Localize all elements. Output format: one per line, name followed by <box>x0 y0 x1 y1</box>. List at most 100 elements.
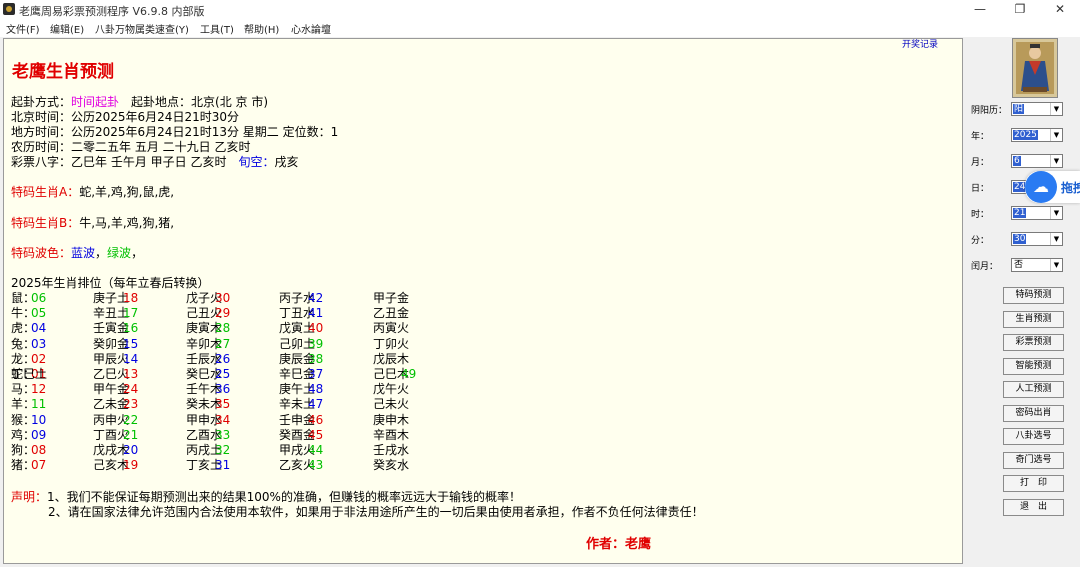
date-field-value: 21 <box>1013 208 1027 218</box>
zodiac-number: 40 <box>308 321 324 336</box>
date-field-select[interactable]: 2025 ▼ <box>1011 128 1063 142</box>
zodiac-number: 19 <box>123 458 139 473</box>
date-field-label: 日： <box>971 184 990 194</box>
bazi-value: 乙巳年 壬午月 甲子日 乙亥时 <box>71 155 227 169</box>
print-button[interactable]: 打 印 <box>1003 475 1064 492</box>
zodiac-number: 16 <box>123 321 139 336</box>
zodiac-number: 20 <box>123 443 139 457</box>
wave-sep-2: ， <box>131 246 144 260</box>
bazi-label: 彩票八字： <box>11 155 72 169</box>
disclaimer-label: 声明： <box>11 490 48 504</box>
zodiac-number: 48 <box>308 382 324 397</box>
chevron-down-icon[interactable]: ▼ <box>1050 129 1062 141</box>
zodiac-number: 31 <box>215 458 231 473</box>
zodiac-number: 05 <box>31 306 47 321</box>
beijing-time: 北京时间：公历2025年6月24日21时30分 <box>11 110 239 124</box>
page-title: 老鹰生肖预测 <box>12 62 114 82</box>
chevron-down-icon[interactable]: ▼ <box>1050 233 1062 245</box>
menu-file[interactable]: 文件(F) <box>6 21 40 36</box>
floating-tool[interactable]: ☁ 拖拽 <box>1025 171 1080 203</box>
zodiac-number: 11 <box>31 397 47 412</box>
chevron-down-icon[interactable]: ▼ <box>1050 259 1062 271</box>
menu-bagua-lookup[interactable]: 八卦万物属类速查(Y) <box>95 21 189 36</box>
qimen-select-button[interactable]: 奇门选号 <box>1003 451 1064 469</box>
disclaimer-line-1: 声明：1、我们不能保证每期预测出来的结果100%的准确，但赚钱的概率远远大于输钱… <box>11 490 521 505</box>
chevron-down-icon[interactable]: ▼ <box>1050 155 1062 167</box>
date-field-label: 月： <box>971 158 990 168</box>
date-field-select[interactable]: 30 ▼ <box>1011 232 1063 246</box>
zodiac-number: 45 <box>308 427 324 442</box>
zodiac-number: 08 <box>31 443 47 457</box>
zodiac-ganzhi: 丁巳土 <box>11 367 48 381</box>
zodiac-number: 21 <box>123 427 139 442</box>
zodiac-number: 43 <box>308 458 324 473</box>
title-bar: 老鹰周易彩票预测程序 V6.9.8 内部版 — ❐ ✕ <box>0 0 1080 20</box>
xunkong-value: 戌亥 <box>274 155 299 169</box>
cloud-icon: ☁ <box>1025 171 1057 203</box>
special-code-button[interactable]: 特码预测 <box>1003 287 1064 304</box>
zodiac-number: 33 <box>215 427 231 442</box>
close-button[interactable]: ✕ <box>1040 0 1080 20</box>
chevron-down-icon[interactable]: ▼ <box>1050 103 1062 115</box>
date-field-select[interactable]: 阳 ▼ <box>1011 102 1063 116</box>
zodiac-number: 06 <box>31 291 47 305</box>
date-field-select[interactable]: 6 ▼ <box>1011 154 1063 168</box>
menu-forum[interactable]: 心水論壇 <box>291 21 331 36</box>
menu-help[interactable]: 帮助(H) <box>244 21 279 36</box>
xunkong-label: 旬空： <box>238 155 275 169</box>
zodiac-number: 23 <box>123 397 139 412</box>
zodiac-number: 18 <box>123 291 139 305</box>
maximize-button[interactable]: ❐ <box>1000 0 1040 20</box>
menu-edit[interactable]: 编辑(E) <box>50 21 84 36</box>
zodiac-number: 15 <box>123 336 139 351</box>
wave-blue: 蓝波 <box>71 246 96 260</box>
date-field-value: 30 <box>1013 234 1027 244</box>
zodiac-number: 35 <box>215 397 231 412</box>
tema-b-value: 牛,马,羊,鸡,狗,猪, <box>79 216 175 230</box>
zodiac-predict-button[interactable]: 生肖预测 <box>1003 310 1064 328</box>
wave-green: 绿波 <box>107 246 132 260</box>
zodiac-number: 36 <box>215 382 231 397</box>
place-value: 北京(北 京 市) <box>191 95 269 109</box>
zodiac-ganzhi: 庚申木 <box>373 412 410 427</box>
zodiac-number: 25 <box>215 367 231 381</box>
zodiac-number: 10 <box>31 412 47 427</box>
tema-a-label: 特码生肖A： <box>11 185 80 199</box>
exit-button[interactable]: 退 出 <box>1003 498 1064 516</box>
date-field-label: 分： <box>971 236 990 246</box>
zodiac-number: 49 <box>401 367 417 381</box>
wave-sep-1: ， <box>95 246 108 260</box>
zodiac-number: 26 <box>215 351 231 366</box>
zodiac-number: 44 <box>308 443 324 457</box>
zodiac-number: 17 <box>123 306 139 321</box>
zodiac-ganzhi: 壬戌水 <box>373 443 410 457</box>
minimize-button[interactable]: — <box>960 0 1000 20</box>
menu-tools[interactable]: 工具(T) <box>200 21 234 36</box>
manual-predict-button[interactable]: 人工预测 <box>1003 381 1064 398</box>
zodiac-number: 09 <box>31 427 47 442</box>
password-zodiac-button[interactable]: 密码出肖 <box>1003 404 1064 422</box>
zodiac-number: 41 <box>308 306 324 321</box>
zodiac-number: 04 <box>31 321 47 336</box>
control-panel: 阴阳历：阳▼年：2025▼月：6▼日：24▼时：21▼分：30▼闰月：否▼ 特码… <box>965 38 1080 567</box>
method-label: 起卦方式： <box>11 95 72 109</box>
zodiac-number: 29 <box>215 306 231 321</box>
menu-bar: 文件(F) 编辑(E) 八卦万物属类速查(Y) 工具(T) 帮助(H) 心水論壇 <box>0 20 1080 37</box>
floating-tool-label: 拖拽 <box>1061 181 1080 195</box>
award-records-link[interactable]: 开奖记录 <box>902 39 938 50</box>
date-field-select[interactable]: 21 ▼ <box>1011 206 1063 220</box>
zodiac-ganzhi: 甲子金 <box>373 291 410 305</box>
method-value: 时间起卦 <box>71 95 120 109</box>
date-field-label: 阴阳历： <box>971 106 1008 116</box>
date-field-value: 否 <box>1014 260 1024 270</box>
zodiac-number: 38 <box>308 351 324 366</box>
date-field-select[interactable]: 否 ▼ <box>1011 258 1063 272</box>
smart-predict-button[interactable]: 智能预测 <box>1003 357 1064 375</box>
lottery-predict-button[interactable]: 彩票预测 <box>1003 334 1064 351</box>
chevron-down-icon[interactable]: ▼ <box>1050 207 1062 219</box>
zodiac-number: 12 <box>31 382 47 397</box>
place-label: 起卦地点： <box>131 95 192 109</box>
local-time: 地方时间：公历2025年6月24日21时13分 星期二 定位数：1 <box>11 125 339 139</box>
bagua-select-button[interactable]: 八卦选号 <box>1003 428 1064 445</box>
wave-color-label: 特码波色： <box>11 246 72 260</box>
